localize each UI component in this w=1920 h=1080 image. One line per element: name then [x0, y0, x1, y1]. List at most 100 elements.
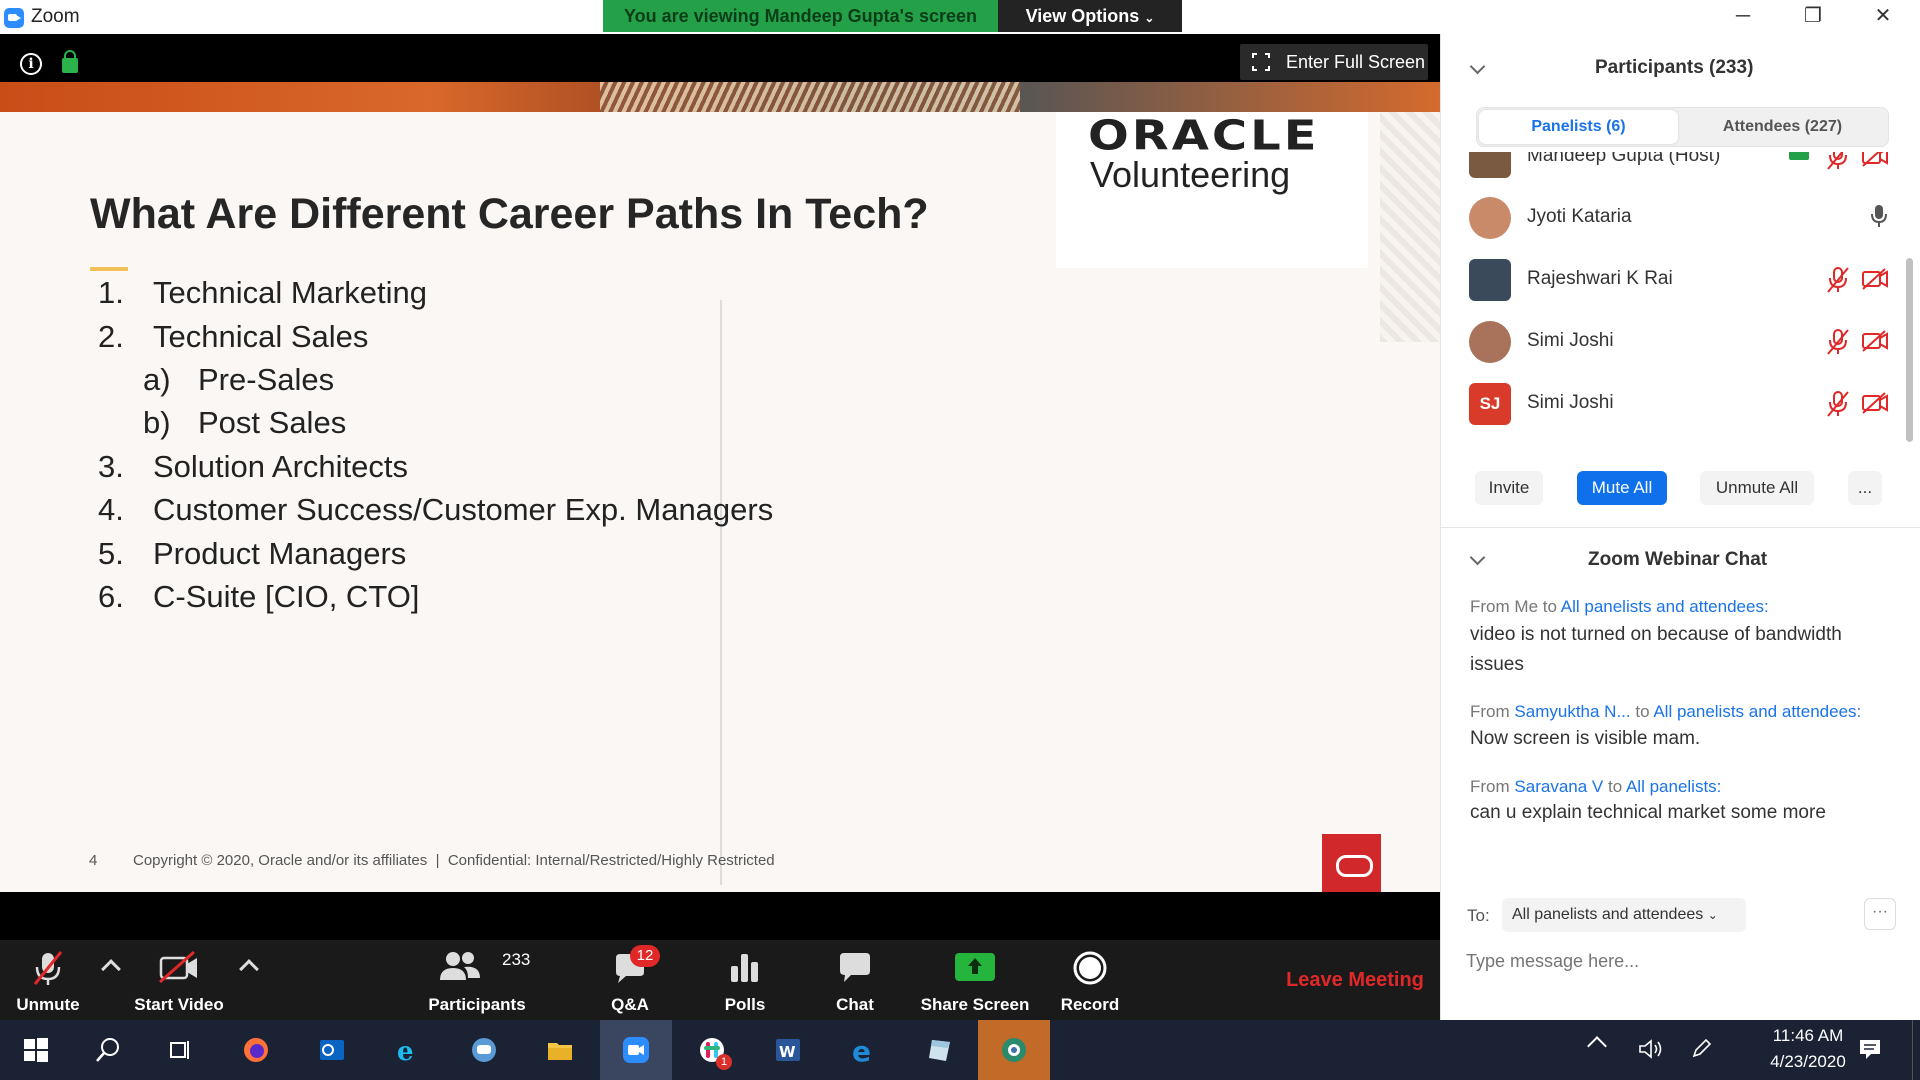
taskbar-outlook[interactable]	[296, 1020, 368, 1080]
close-button[interactable]: ✕	[1854, 0, 1912, 34]
taskbar-slack[interactable]: 1	[676, 1020, 748, 1080]
qa-badge: 12	[630, 945, 660, 967]
chat-button[interactable]: Chat	[815, 940, 895, 1020]
share-screen-button[interactable]: Share Screen	[920, 940, 1030, 1020]
taskbar-zoom[interactable]	[600, 1020, 672, 1080]
chat-label: Chat	[836, 995, 874, 1014]
firefox-icon	[244, 1038, 268, 1062]
taskbar-word[interactable]: W	[752, 1020, 824, 1080]
avatar	[1469, 259, 1511, 301]
unmute-all-button[interactable]: Unmute All	[1700, 471, 1814, 505]
chevron-down-icon: ⌄	[1144, 11, 1155, 25]
oracle-logo-wordmark: ORACLE	[1088, 112, 1320, 160]
chat-message-input[interactable]	[1466, 946, 1896, 976]
task-view-icon	[170, 1041, 189, 1059]
search-icon	[96, 1038, 119, 1062]
unmute-button[interactable]: Unmute	[0, 940, 96, 1020]
taskbar-file-explorer[interactable]	[524, 1020, 596, 1080]
share-top-bar	[0, 34, 1440, 82]
chat-message-header: From Me to All panelists and attendees:	[1470, 597, 1769, 616]
show-desktop-button[interactable]	[1912, 1020, 1920, 1080]
qa-button[interactable]: 12 Q&A	[590, 940, 670, 1020]
view-options-label: View Options	[1025, 6, 1140, 26]
restore-button[interactable]: ❐	[1784, 0, 1842, 34]
video-on-icon	[1789, 152, 1809, 160]
notifications-icon[interactable]	[1857, 1036, 1883, 1062]
taskbar-firefox[interactable]	[220, 1020, 292, 1080]
chat-recipient-select[interactable]: All panelists and attendees ⌄	[1502, 898, 1746, 932]
career-list-item: 3. Solution Architects	[98, 449, 409, 484]
info-icon[interactable]: i	[20, 53, 42, 75]
microphone-muted-icon	[1827, 267, 1849, 293]
avatar	[1469, 321, 1511, 363]
start-video-button[interactable]: Start Video	[130, 940, 228, 1020]
title-underline	[90, 267, 128, 271]
chat-recipient-value: All panelists and attendees	[1512, 906, 1704, 923]
invite-button[interactable]: Invite	[1475, 471, 1543, 505]
panelist-name: Mandeep Gupta (Host)	[1527, 152, 1721, 166]
taskbar-edge[interactable]: e	[828, 1020, 900, 1080]
svg-text:W: W	[779, 1043, 796, 1061]
enter-full-screen-label: Enter Full Screen	[1286, 52, 1426, 72]
taskbar-internet-explorer[interactable]: e	[372, 1020, 444, 1080]
oracle-red-logo-icon	[1322, 834, 1381, 892]
taskbar-browser-active[interactable]	[978, 1020, 1050, 1080]
record-button[interactable]: Record	[1050, 940, 1130, 1020]
chat-recipient: All panelists and attendees:	[1560, 597, 1769, 616]
internet-explorer-icon: e	[397, 1037, 414, 1064]
svg-text:e: e	[397, 1037, 414, 1064]
tab-attendees[interactable]: Attendees (227)	[1680, 110, 1885, 144]
taskbar-chat-app[interactable]	[448, 1020, 520, 1080]
search-button[interactable]	[72, 1020, 144, 1080]
notes-app-icon	[929, 1040, 950, 1061]
folder-icon	[548, 1043, 572, 1060]
microphone-muted-icon	[1827, 152, 1847, 170]
video-off-icon	[1862, 268, 1888, 290]
taskbar-notes-app[interactable]	[904, 1020, 976, 1080]
unmute-label: Unmute	[16, 995, 80, 1014]
panelist-list: Mandeep Gupta (Host) Jyoti Kataria Rajes…	[1441, 152, 1901, 452]
globe-icon	[1002, 1038, 1026, 1062]
video-options-chevron-icon[interactable]	[239, 959, 259, 979]
chat-recipient: All panelists and attendees:	[1653, 702, 1862, 721]
participants-button[interactable]: 233 Participants	[420, 940, 534, 1020]
video-off-icon	[1862, 152, 1888, 167]
career-sublist-item: a) Pre-Sales	[143, 362, 335, 397]
view-options-button[interactable]: View Options ⌄	[998, 0, 1182, 32]
career-list-item: 1. Technical Marketing	[98, 275, 427, 310]
audio-options-chevron-icon[interactable]	[101, 959, 121, 979]
panelist-name: Simi Joshi	[1527, 392, 1614, 413]
panelist-row[interactable]: Mandeep Gupta (Host)	[1441, 152, 1901, 188]
speaker-icon[interactable]	[1638, 1038, 1664, 1060]
polls-button[interactable]: Polls	[705, 940, 785, 1020]
career-sublist-item: b) Post Sales	[143, 405, 347, 440]
panelist-row[interactable]: Simi Joshi	[1441, 311, 1901, 373]
enter-full-screen-button[interactable]: Enter Full Screen	[1240, 44, 1428, 80]
start-video-label: Start Video	[134, 995, 224, 1014]
panelist-name: Rajeshwari K Rai	[1527, 268, 1673, 289]
lock-icon[interactable]	[62, 50, 78, 73]
participants-count: 233	[502, 950, 531, 969]
viewing-banner: You are viewing Mandeep Gupta's screen	[603, 0, 998, 32]
shared-slide: ORACLE Volunteering What Are Different C…	[0, 82, 1440, 892]
mute-all-button[interactable]: Mute All	[1577, 471, 1667, 505]
tab-panelists[interactable]: Panelists (6)	[1479, 110, 1678, 144]
more-options-button[interactable]: ...	[1848, 471, 1882, 505]
video-camera-off-icon	[159, 950, 197, 984]
panel-scrollbar[interactable]	[1906, 258, 1913, 442]
start-button[interactable]	[0, 1020, 72, 1080]
panelist-row[interactable]: SJ Simi Joshi	[1441, 373, 1901, 435]
task-view-button[interactable]	[144, 1020, 216, 1080]
pen-icon[interactable]	[1690, 1036, 1714, 1060]
slide-divider	[720, 300, 722, 885]
clock-date[interactable]: 4/23/2020	[1748, 1052, 1868, 1072]
panelist-row[interactable]: Rajeshwari K Rai	[1441, 249, 1901, 311]
leave-meeting-button[interactable]: Leave Meeting	[1270, 940, 1440, 1020]
chat-recipient: All panelists:	[1625, 777, 1722, 796]
clock-time[interactable]: 11:46 AM	[1748, 1026, 1868, 1046]
career-list-item: 6. C-Suite [CIO, CTO]	[98, 579, 420, 614]
panelist-row[interactable]: Jyoti Kataria	[1441, 187, 1901, 249]
svg-text:e: e	[852, 1036, 871, 1064]
chat-more-button[interactable]: ···	[1864, 898, 1896, 930]
minimize-button[interactable]: ─	[1714, 0, 1772, 34]
